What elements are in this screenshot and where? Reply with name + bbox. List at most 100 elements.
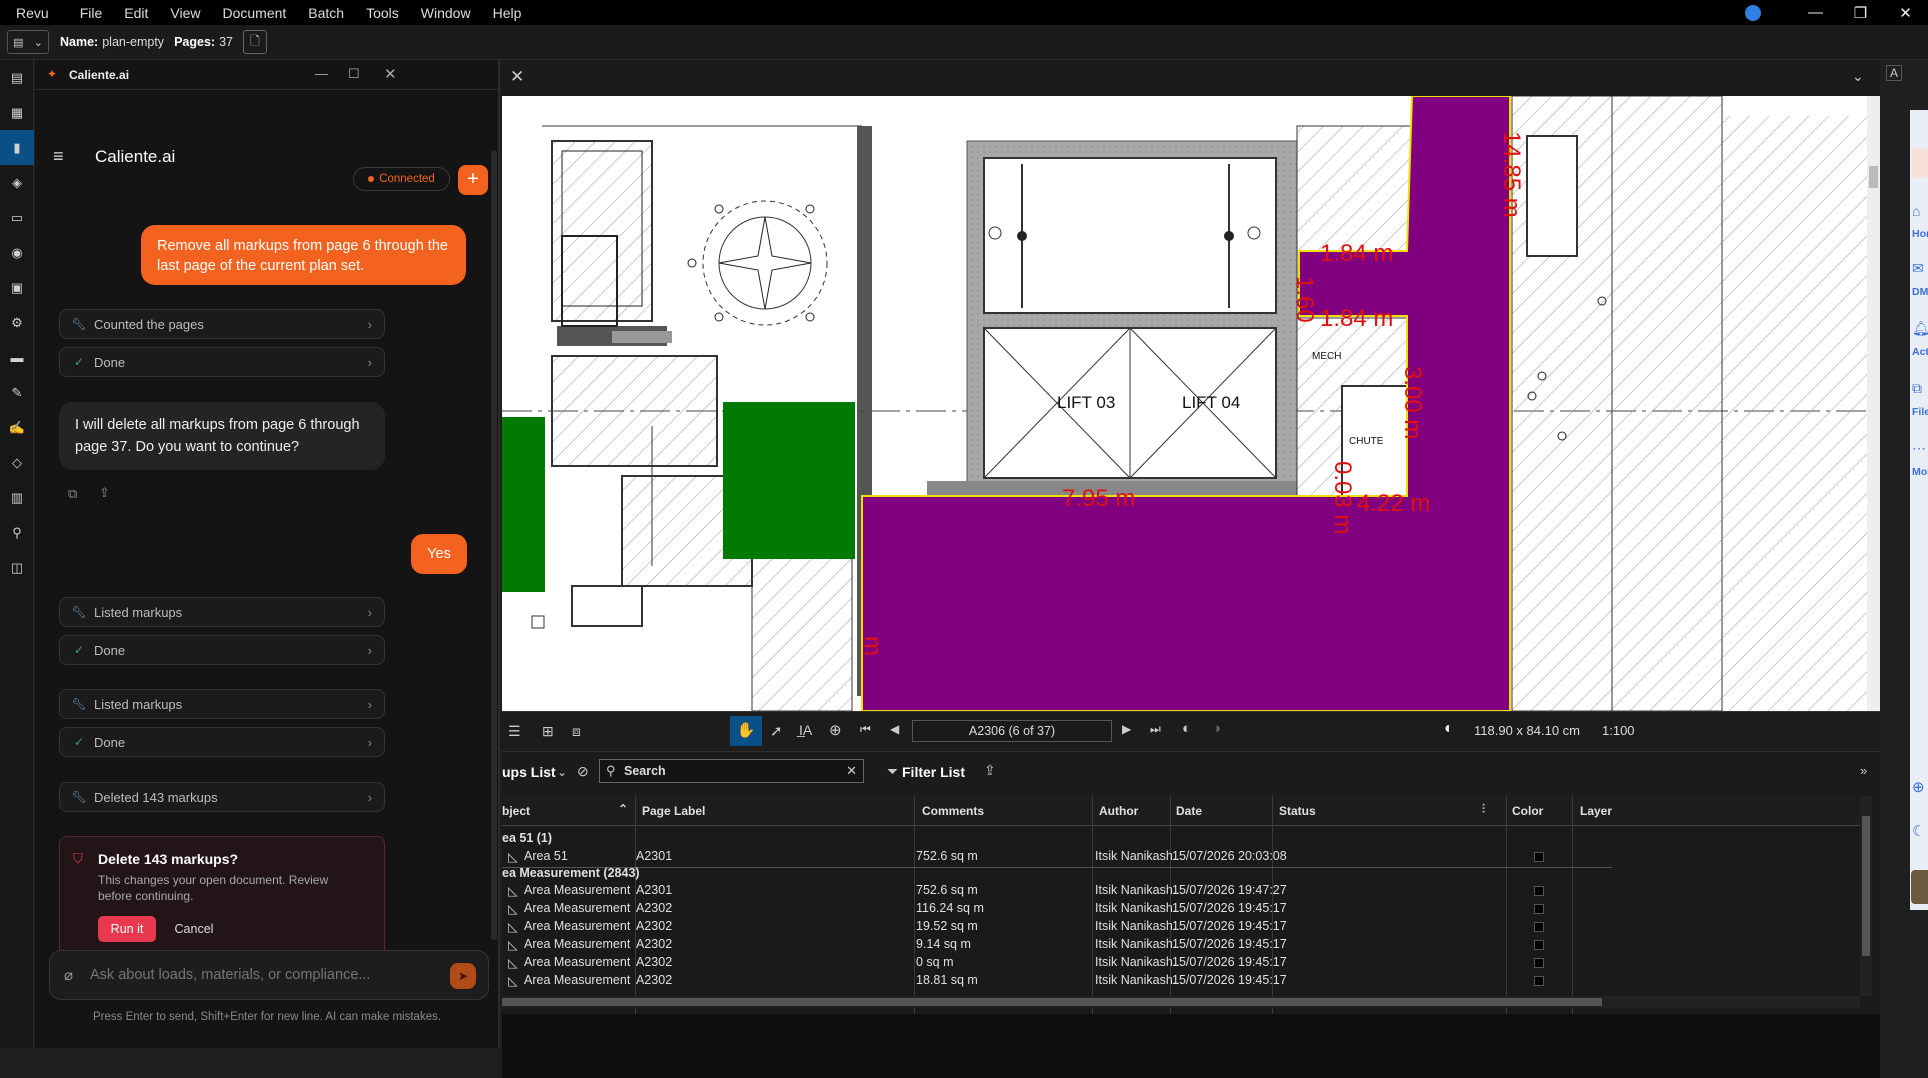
- layers-icon[interactable]: ◈: [0, 165, 34, 200]
- copy-icon[interactable]: ⧉: [68, 486, 77, 502]
- menu-edit[interactable]: Edit: [113, 5, 159, 21]
- stamp-icon[interactable]: ▥: [0, 480, 34, 515]
- column-header-layer[interactable]: Layer: [1580, 804, 1612, 818]
- thumbnails-icon[interactable]: ▤: [0, 60, 34, 95]
- new-chat-button[interactable]: +: [458, 165, 488, 195]
- table-scrollbar-vertical[interactable]: [1860, 796, 1872, 996]
- grid-icon[interactable]: ▦: [0, 95, 34, 130]
- minimize-icon[interactable]: —: [1793, 4, 1838, 21]
- column-header-status[interactable]: Status: [1279, 804, 1316, 818]
- text-select-icon[interactable]: I̲A: [799, 722, 812, 738]
- run-it-button[interactable]: Run it: [98, 916, 156, 942]
- signature-icon[interactable]: ✍: [0, 410, 34, 445]
- dimension-label-5[interactable]: 4.22 m: [1357, 490, 1430, 517]
- table-row[interactable]: ◺ Area Measurement A2302 18.81 sq m Itsi…: [502, 970, 1860, 992]
- table-scrollbar-thumb[interactable]: [1862, 816, 1870, 956]
- dimension-label-7[interactable]: 1.60: [1291, 276, 1318, 323]
- expand-panel-icon[interactable]: »: [1860, 763, 1867, 778]
- sets-icon[interactable]: ◫: [0, 550, 34, 585]
- drawing-scrollbar-thumb[interactable]: [1869, 166, 1878, 188]
- column-header-date[interactable]: Date: [1176, 804, 1202, 818]
- zoom-icon[interactable]: ⊕: [829, 721, 842, 739]
- forms-icon[interactable]: ✎: [0, 375, 34, 410]
- panel-toggle-icon[interactable]: ☰: [508, 723, 521, 740]
- first-page-icon[interactable]: ⏮: [860, 722, 871, 737]
- tabs-dropdown-icon[interactable]: ⌄: [1852, 68, 1864, 85]
- menu-document[interactable]: Document: [211, 5, 297, 21]
- drawing-canvas[interactable]: LIFT 03 LIFT 04 MECH CHUTE 7.95 m 1.84 m…: [502, 96, 1867, 711]
- filter-list-button[interactable]: Filter List: [902, 764, 965, 780]
- filter-icon[interactable]: ⏷: [887, 763, 898, 780]
- hide-eye-icon[interactable]: ⊘: [577, 763, 589, 780]
- column-settings-icon[interactable]: ⫶: [1482, 802, 1485, 817]
- insert-page-icon[interactable]: ⊞: [542, 723, 554, 740]
- panel-close-icon[interactable]: ✕: [384, 65, 397, 83]
- step-counted-pages[interactable]: 🔧︎ Counted the pages ›: [59, 309, 385, 339]
- select-tool-icon[interactable]: ➚: [770, 722, 783, 740]
- page-number-field[interactable]: A2306 (6 of 37): [912, 720, 1112, 742]
- chevron-down-icon[interactable]: ⌄: [557, 765, 567, 779]
- step-deleted-markups[interactable]: 🔧︎ Deleted 143 markups ›: [59, 782, 385, 812]
- restore-icon[interactable]: ❐: [1838, 4, 1883, 22]
- column-header-author[interactable]: Author: [1099, 804, 1138, 818]
- menu-tools[interactable]: Tools: [355, 5, 410, 21]
- dimension-label-8[interactable]: 0.03 m: [1329, 461, 1356, 534]
- color-swatch[interactable]: [1534, 922, 1544, 932]
- column-header-subject[interactable]: bject: [502, 804, 530, 818]
- previous-view-icon[interactable]: ◐: [1182, 720, 1191, 737]
- export-icon[interactable]: ⇪: [984, 762, 996, 779]
- send-button[interactable]: ➤: [450, 963, 476, 989]
- step-done-1[interactable]: ✓ Done ›: [59, 347, 385, 377]
- cancel-button[interactable]: Cancel: [164, 916, 224, 942]
- scale-readout[interactable]: 1:100: [1602, 723, 1635, 738]
- dimension-label-4[interactable]: 3.00 m: [1399, 366, 1426, 439]
- dimension-label-9[interactable]: m: [859, 636, 886, 656]
- panel-maximize-icon[interactable]: ☐: [348, 66, 360, 82]
- dimension-label-1[interactable]: 7.95 m: [1062, 485, 1135, 512]
- bookmarks-icon[interactable]: ▮: [0, 130, 34, 165]
- next-page-icon[interactable]: ▶: [1122, 722, 1131, 736]
- color-swatch[interactable]: [1534, 940, 1544, 950]
- toolbox-icon[interactable]: ▭: [0, 200, 34, 235]
- rail-add-icon[interactable]: ⊕: [1912, 778, 1925, 796]
- column-header-comments[interactable]: Comments: [922, 804, 984, 818]
- dimension-label-2[interactable]: 1.84 m: [1320, 240, 1393, 267]
- rail-dms-icon[interactable]: ✉: [1912, 260, 1924, 277]
- menu-help[interactable]: Help: [482, 5, 533, 21]
- page-add-button[interactable]: 🗋: [242, 30, 267, 54]
- rail-avatar[interactable]: [1911, 870, 1928, 904]
- step-done-3[interactable]: ✓ Done ›: [59, 727, 385, 757]
- settings-icon[interactable]: ⚙: [0, 305, 34, 340]
- location-icon[interactable]: ◉: [0, 235, 34, 270]
- menu-revu[interactable]: Revu: [0, 5, 69, 21]
- next-view-icon[interactable]: ◑: [1212, 720, 1221, 737]
- dimension-label-6[interactable]: 14.85 m: [1498, 131, 1525, 218]
- color-swatch[interactable]: [1534, 852, 1544, 862]
- table-scrollbar-horizontal[interactable]: [502, 996, 1860, 1008]
- rail-files-icon[interactable]: ⧉: [1912, 380, 1922, 397]
- measure-icon[interactable]: ▣: [0, 270, 34, 305]
- menu-window[interactable]: Window: [410, 5, 482, 21]
- color-swatch[interactable]: [1534, 976, 1544, 986]
- step-listed-markups-1[interactable]: 🔧︎ Listed markups ›: [59, 597, 385, 627]
- step-done-2[interactable]: ✓ Done ›: [59, 635, 385, 665]
- dimension-label-3[interactable]: 1.84 m: [1320, 305, 1393, 332]
- chat-scrollbar[interactable]: [491, 150, 497, 940]
- rail-darkmode-icon[interactable]: ☾: [1912, 822, 1925, 840]
- contrast-icon[interactable]: ◐: [1444, 720, 1454, 738]
- rail-app-logo-icon[interactable]: [1912, 148, 1928, 178]
- search-icon[interactable]: ⚲: [0, 515, 34, 550]
- share-icon[interactable]: ⇪: [99, 485, 110, 501]
- markups-list-title[interactable]: ups List: [502, 764, 556, 780]
- drawing-scrollbar-vertical[interactable]: [1867, 96, 1880, 711]
- document-menu-button[interactable]: ▤ ⌄: [7, 30, 49, 54]
- rail-home-icon[interactable]: ⌂: [1912, 203, 1920, 219]
- rail-activity-icon[interactable]: 🔔︎: [1912, 320, 1928, 337]
- step-listed-markups-2[interactable]: 🔧︎ Listed markups ›: [59, 689, 385, 719]
- menu-file[interactable]: File: [69, 5, 114, 21]
- rail-more-icon[interactable]: ⋯: [1912, 440, 1926, 457]
- menu-view[interactable]: View: [159, 5, 211, 21]
- markups-search-box[interactable]: ⚲ Search ✕: [599, 759, 864, 783]
- chat-input[interactable]: [90, 963, 390, 987]
- close-tab-icon[interactable]: ✕: [510, 67, 524, 87]
